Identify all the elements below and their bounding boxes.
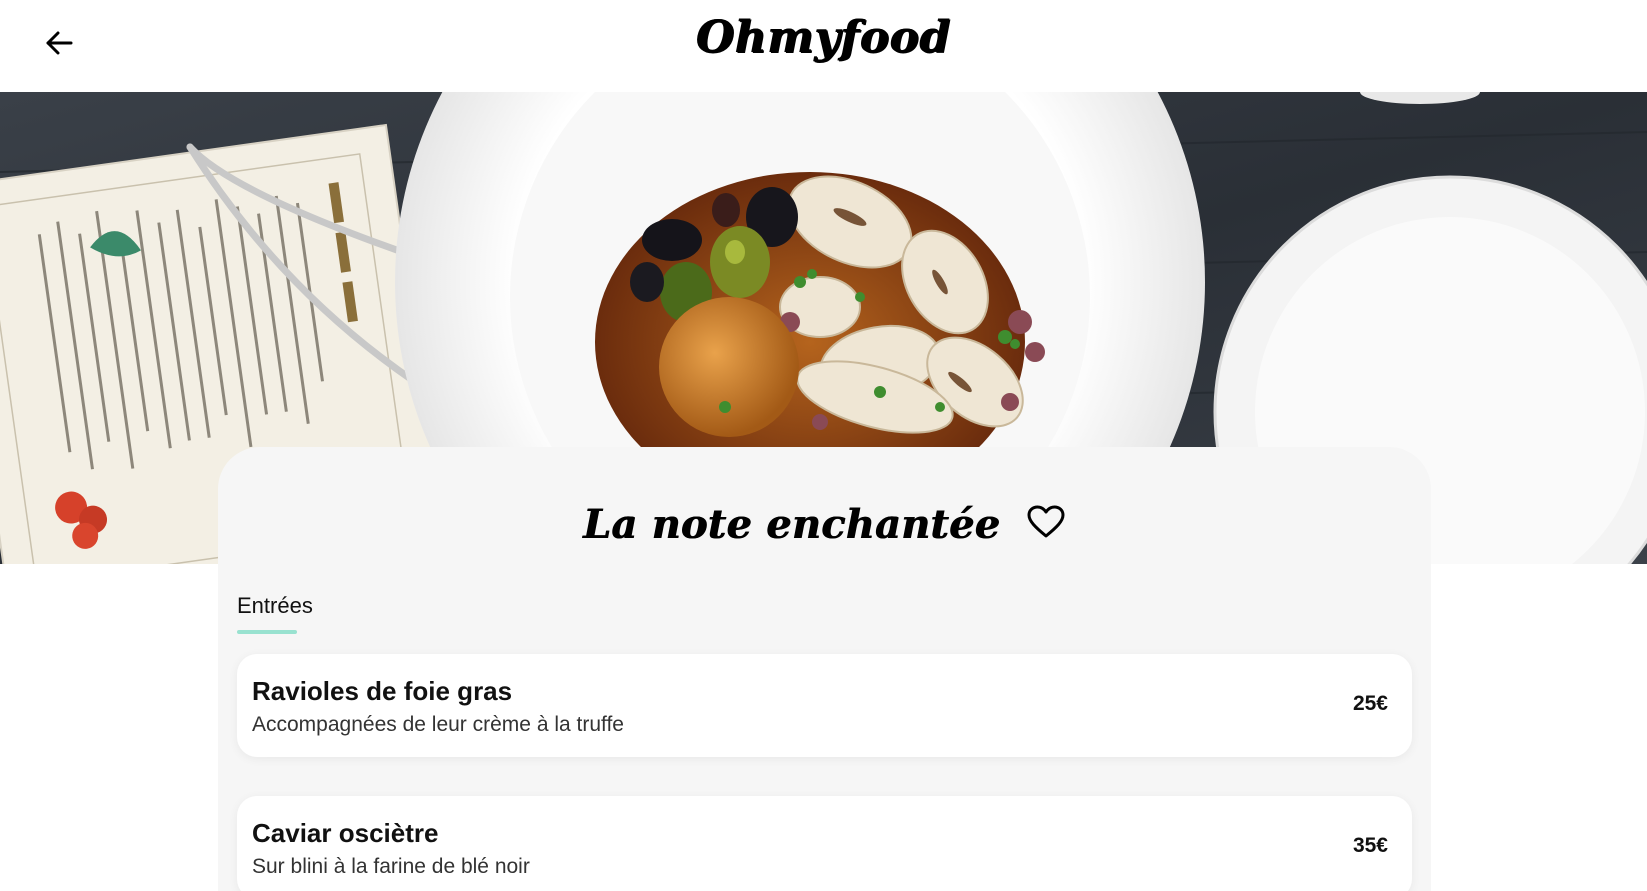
app-header: Ohmyfood — [0, 0, 1647, 92]
heart-outline-icon — [1027, 505, 1065, 544]
restaurant-title-row: La note enchantée — [218, 499, 1431, 549]
app-logo[interactable]: Ohmyfood — [0, 12, 1647, 63]
restaurant-title: La note enchantée — [582, 500, 1001, 548]
dish-item[interactable]: Caviar osciètre Sur blini à la farine de… — [237, 796, 1412, 891]
dish-item[interactable]: Ravioles de foie gras Accompagnées de le… — [237, 654, 1412, 757]
restaurant-card: La note enchantée Entrées Ravioles de fo… — [218, 447, 1431, 891]
dish-name: Caviar osciètre — [252, 818, 439, 848]
section-underline — [237, 630, 297, 634]
dish-price: 35€ — [1352, 834, 1388, 857]
favorite-button[interactable] — [1026, 505, 1066, 544]
section-label-entrees: Entrées — [237, 593, 313, 618]
page: Ohmyfood La note enchantée Entrées Ravio… — [0, 0, 1647, 891]
dish-price: 25€ — [1352, 692, 1388, 715]
dish-description: Accompagnées de leur crème à la truffe — [252, 713, 624, 736]
dish-description: Sur blini à la farine de blé noir — [252, 855, 530, 878]
dish-name: Ravioles de foie gras — [252, 676, 513, 706]
